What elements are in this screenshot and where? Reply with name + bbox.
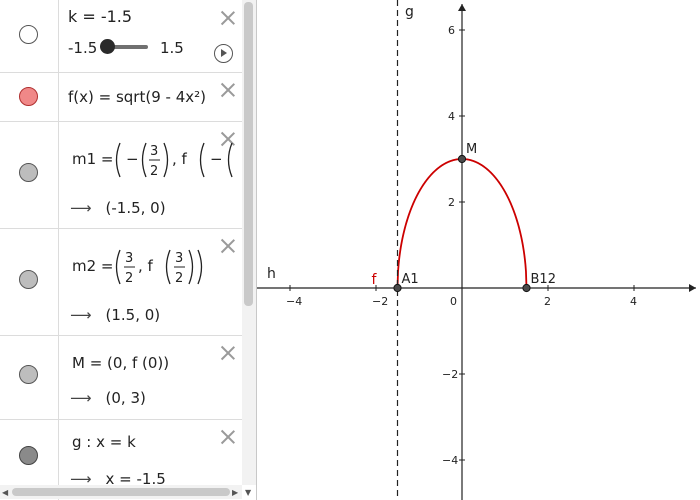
svg-text:3: 3 [175, 251, 183, 266]
curve-label-f: f [372, 272, 378, 288]
m2-fraction-num: 3 [125, 251, 133, 266]
m1-fraction-num: 3 [150, 144, 158, 159]
point-label-A: A1 [402, 272, 419, 287]
algebra-row-M[interactable]: M = (0, f (0)) ⟶ (0, 3) [0, 335, 242, 420]
horizontal-scrollbar-thumb[interactable] [12, 488, 230, 496]
k-label[interactable]: k = -1.5 [68, 7, 132, 26]
visibility-toggle-k[interactable] [0, 0, 59, 72]
m1-result: ⟶ (-1.5, 0) [70, 199, 166, 217]
m2-result-value: (1.5, 0) [105, 306, 161, 324]
visibility-dot-icon[interactable] [19, 163, 38, 182]
y-axis-arrow-icon [458, 4, 466, 11]
points[interactable]: A1 B12 M [393, 142, 556, 293]
scroll-left-icon[interactable]: ◀ [2, 488, 8, 497]
m1-result-value: (-1.5, 0) [105, 199, 166, 217]
delete-g-icon[interactable] [220, 429, 236, 445]
x-tick-label: 4 [630, 295, 637, 308]
m1-minus: − [126, 150, 139, 168]
k-slider-knob[interactable] [100, 39, 115, 54]
point-A[interactable] [393, 283, 402, 293]
g-definition[interactable]: g : x = k [72, 433, 136, 451]
scroll-right-icon[interactable]: ▶ [232, 488, 238, 497]
M-result: ⟶ (0, 3) [70, 389, 146, 407]
m1-fraction-den: 2 [150, 164, 158, 179]
point-B[interactable] [522, 283, 531, 293]
visibility-toggle-M[interactable] [0, 335, 59, 419]
point-label-M: M [466, 142, 477, 157]
m2-fraction-den: 2 [125, 271, 133, 286]
arrow-icon: ⟶ [70, 199, 92, 217]
m2-formula[interactable]: m2 = 3 2 , f 3 2 [70, 238, 242, 296]
point-M[interactable] [457, 154, 467, 164]
visibility-dot-icon[interactable] [19, 87, 38, 106]
algebra-view[interactable]: k = -1.5 -1.5 1.5 f(x) = sqrt(9 - 4x²) m… [0, 0, 257, 500]
graphics-view[interactable]: −4 −2 0 2 4 6 4 2 −2 −4 A1 B12 M g h f [257, 0, 700, 500]
m1-lhs: m1 = [72, 150, 114, 168]
m2-lhs: m2 = [72, 257, 114, 275]
play-animation-icon[interactable] [214, 44, 233, 63]
y-tick-label: 4 [448, 110, 455, 123]
arrow-icon: ⟶ [70, 389, 92, 407]
visibility-toggle-m1[interactable] [0, 121, 59, 228]
m1-formula[interactable]: m1 = − 3 2 , f − [70, 131, 242, 189]
M-result-value: (0, 3) [105, 389, 146, 407]
algebra-row-m2[interactable]: m2 = 3 2 , f 3 2 ⟶ (1.5, 0) [0, 228, 242, 336]
slider-min-label: -1.5 [68, 39, 98, 57]
svg-text:−: − [210, 150, 223, 168]
arrow-icon: ⟶ [70, 306, 92, 324]
M-definition[interactable]: M = (0, f (0)) [72, 354, 169, 372]
y-tick-label: −2 [442, 368, 458, 381]
point-label-B: B12 [531, 272, 556, 287]
x-tick-label: 0 [450, 295, 457, 308]
delete-M-icon[interactable] [220, 345, 236, 361]
x-axis-arrow-icon [689, 284, 696, 292]
visibility-dot-icon[interactable] [19, 365, 38, 384]
algebra-row-k[interactable]: k = -1.5 -1.5 1.5 [0, 0, 242, 73]
y-tick-label: 2 [448, 196, 455, 209]
x-tick-label: −4 [286, 295, 302, 308]
m2-comma-f: , f [138, 257, 154, 275]
x-tick-label: −2 [372, 295, 388, 308]
axis-label-h: h [267, 266, 276, 282]
vertical-scrollbar-thumb[interactable] [244, 2, 253, 306]
f-definition[interactable]: f(x) = sqrt(9 - 4x²) [68, 88, 206, 106]
delete-k-icon[interactable] [220, 10, 236, 26]
scroll-down-icon[interactable]: ▼ [245, 488, 251, 497]
x-tick-label: 2 [544, 295, 551, 308]
algebra-row-m1[interactable]: m1 = − 3 2 , f − ⟶ (-1.5, 0) [0, 121, 242, 229]
visibility-toggle-f[interactable] [0, 72, 59, 121]
y-tick-label: −4 [442, 454, 458, 467]
m1-comma-f: , f [172, 150, 188, 168]
m2-result: ⟶ (1.5, 0) [70, 306, 160, 324]
visibility-dot-icon[interactable] [19, 446, 38, 465]
algebra-row-f[interactable]: f(x) = sqrt(9 - 4x²) [0, 72, 242, 122]
visibility-dot-icon[interactable] [19, 270, 38, 289]
slider-max-label: 1.5 [160, 39, 184, 57]
visibility-toggle-m2[interactable] [0, 228, 59, 335]
axes [257, 4, 696, 500]
svg-text:2: 2 [175, 271, 183, 286]
delete-f-icon[interactable] [220, 82, 236, 98]
y-tick-label: 6 [448, 24, 455, 37]
visibility-dot-icon[interactable] [19, 25, 38, 44]
axis-label-g: g [405, 4, 414, 20]
